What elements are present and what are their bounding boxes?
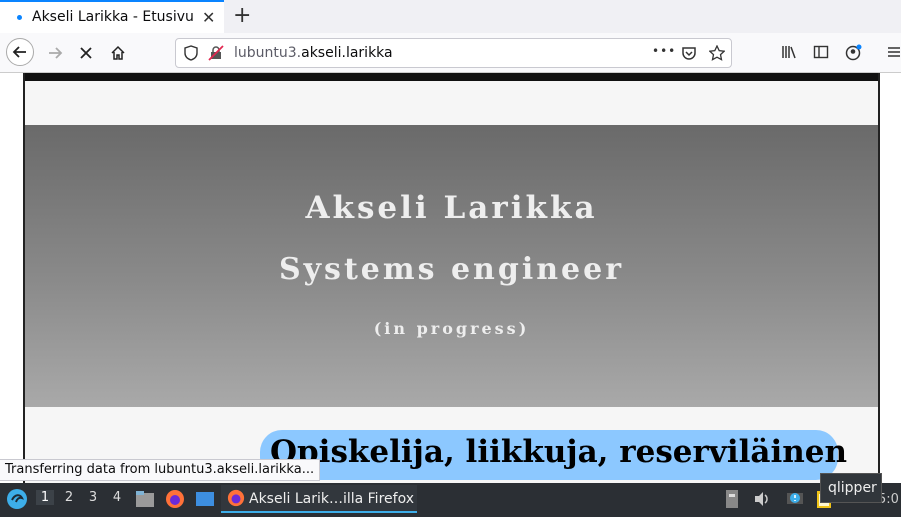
insecure-lock-icon[interactable] [208, 45, 224, 61]
desktop-4[interactable]: 4 [108, 490, 126, 505]
home-icon [111, 45, 125, 60]
desktop-3[interactable]: 3 [84, 490, 102, 505]
removable-device-icon[interactable] [724, 489, 740, 509]
section-heading-pill: Opiskelija, liikkuja, reserviläinen [260, 430, 847, 480]
account-icon[interactable] [845, 44, 863, 62]
stop-icon [80, 47, 92, 59]
url-bar[interactable]: lubuntu3.akseli.larikka ••• [175, 38, 732, 68]
navigation-bar: lubuntu3.akseli.larikka ••• [0, 33, 901, 73]
url-text: lubuntu3.akseli.larikka [234, 45, 393, 61]
taskbar-window-title: Akseli Larik…illa Firefox [249, 491, 414, 507]
home-button[interactable] [103, 38, 133, 68]
hero-banner: Akseli Larikka Systems engineer (in prog… [25, 125, 878, 407]
bookmark-star-icon[interactable] [709, 45, 725, 61]
taskbar: 1 2 3 4 Akseli Larik…illa Firefox 5:0 [0, 483, 901, 517]
sidebar-icon[interactable] [813, 44, 829, 60]
menu-icon[interactable] [887, 44, 901, 60]
tab-strip: Akseli Larikka - Etusivu ✕ + [0, 0, 901, 33]
firefox-launcher-icon[interactable] [165, 489, 185, 509]
desktop-2[interactable]: 2 [60, 490, 78, 505]
top-strip [25, 73, 878, 81]
tray-tooltip: qlipper [820, 473, 882, 503]
url-domain: akseli.larikka [301, 45, 393, 61]
loading-indicator-icon [17, 15, 22, 20]
forward-arrow-icon [49, 47, 63, 59]
tab-title: Akseli Larikka - Etusivu [32, 9, 194, 25]
file-manager-icon[interactable] [135, 489, 155, 509]
hero-role: Systems engineer [278, 252, 625, 287]
tab-active[interactable]: Akseli Larikka - Etusivu ✕ [0, 0, 224, 33]
network-alert-icon[interactable] [785, 489, 805, 509]
show-desktop-icon[interactable] [195, 489, 215, 509]
volume-icon[interactable] [753, 490, 771, 508]
status-panel: Transferring data from lubuntu3.akseli.l… [0, 459, 321, 481]
back-button[interactable] [6, 38, 34, 66]
url-prefix: lubuntu3. [234, 45, 302, 61]
hero-progress: (in progress) [373, 319, 530, 338]
stop-button[interactable] [71, 38, 101, 68]
back-arrow-icon [12, 46, 26, 58]
taskbar-window-firefox[interactable]: Akseli Larik…illa Firefox [221, 485, 417, 513]
forward-button[interactable] [40, 38, 70, 68]
library-icon[interactable] [781, 44, 797, 60]
section-heading: Opiskelija, liikkuja, reserviläinen [270, 434, 848, 470]
page-body: Akseli Larikka Systems engineer (in prog… [23, 73, 880, 483]
new-tab-button[interactable]: + [233, 3, 251, 28]
desktop-1[interactable]: 1 [36, 490, 54, 505]
start-menu-icon[interactable] [6, 488, 28, 510]
hero-name: Akseli Larikka [305, 190, 598, 226]
pocket-icon[interactable] [681, 45, 697, 61]
firefox-icon [227, 489, 245, 507]
page-viewport: Akseli Larikka Systems engineer (in prog… [0, 73, 901, 483]
tab-close-icon[interactable]: ✕ [202, 8, 215, 27]
shield-icon[interactable] [184, 45, 198, 61]
page-actions-icon[interactable]: ••• [652, 44, 676, 58]
